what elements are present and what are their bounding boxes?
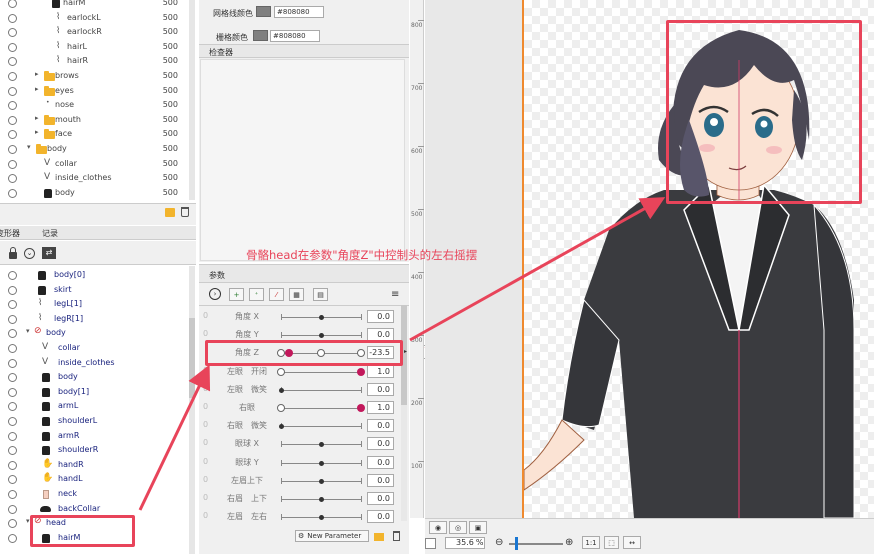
- annotation-arrows: [138, 197, 666, 511]
- arrow-head-to-anglez: [138, 364, 211, 511]
- arrow-anglez-to-canvas: [409, 197, 666, 342]
